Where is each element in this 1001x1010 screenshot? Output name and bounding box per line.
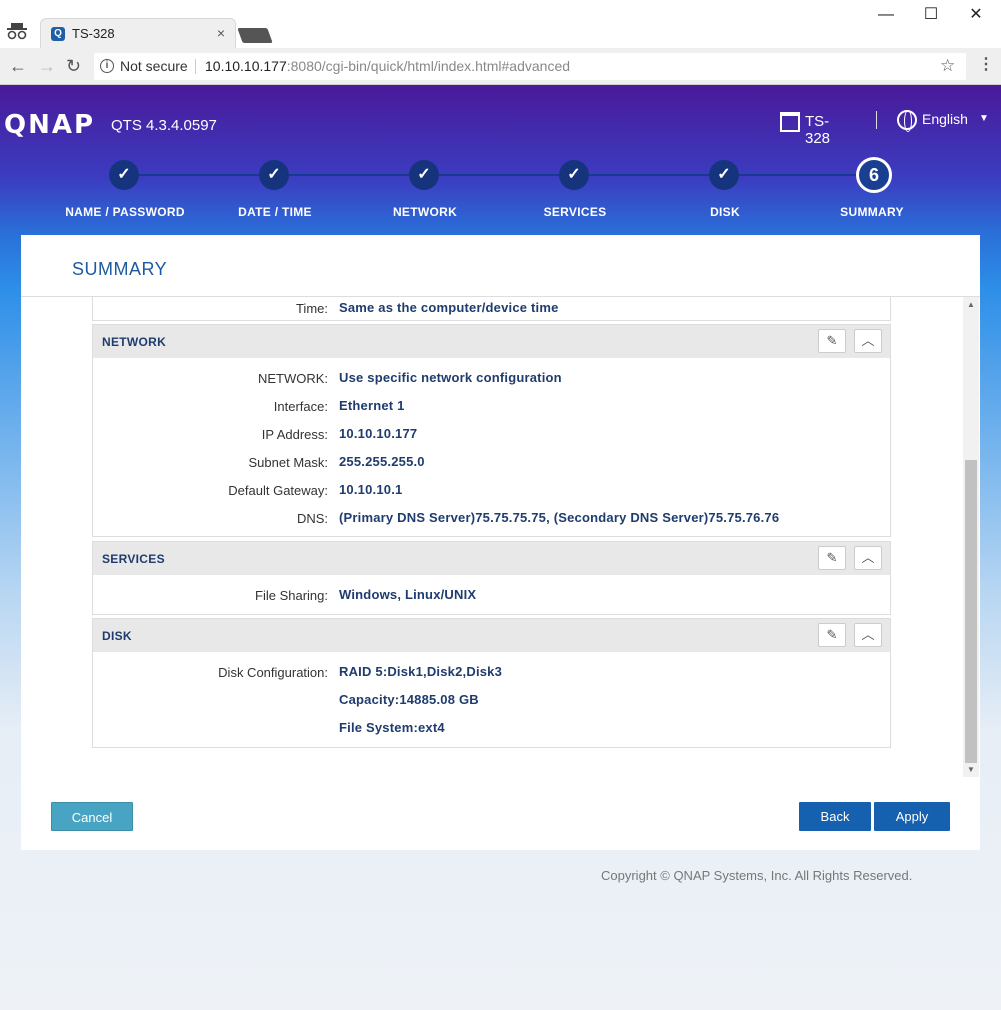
step-label-name-password[interactable]: NAME / PASSWORD <box>45 205 205 219</box>
services-section-title: SERVICES <box>102 552 165 566</box>
bookmark-star-icon[interactable]: ☆ <box>940 56 955 76</box>
apply-button[interactable]: Apply <box>874 802 950 831</box>
network-section: NETWORK ✎ ︿ NETWORK: Use specific networ… <box>92 324 891 537</box>
time-label: Time: <box>295 301 328 316</box>
header-divider <box>876 111 877 129</box>
language-label: English <box>922 111 968 127</box>
info-icon[interactable]: i <box>100 59 114 73</box>
step-2-check-icon[interactable]: ✓ <box>259 160 289 190</box>
url-divider <box>195 59 196 74</box>
network-mode-label: NETWORK: <box>257 371 328 386</box>
scrollbar-thumb[interactable] <box>965 460 977 763</box>
time-value: Same as the computer/device time <box>339 300 559 315</box>
step-label-disk[interactable]: DISK <box>645 205 805 219</box>
url-text[interactable]: 10.10.10.177:8080/cgi-bin/quick/html/ind… <box>205 58 570 74</box>
incognito-icon <box>7 23 27 40</box>
cancel-button[interactable]: Cancel <box>51 802 133 831</box>
edit-services-pencil-icon[interactable]: ✎ <box>818 546 846 570</box>
globe-icon <box>897 110 917 132</box>
firmware-version: QTS 4.3.4.0597 <box>111 117 217 134</box>
new-tab-button[interactable] <box>237 28 273 43</box>
file-sharing-value: Windows, Linux/UNIX <box>339 587 477 602</box>
back-arrow-icon[interactable]: ← <box>9 56 27 77</box>
default-gateway-value: 10.10.10.1 <box>339 482 403 497</box>
ip-address-label: IP Address: <box>261 427 328 442</box>
caret-down-icon: ▼ <box>979 113 989 124</box>
browser-toolbar: ← → ↻ i Not secure 10.10.10.177:8080/cgi… <box>0 48 1001 85</box>
disk-section: DISK ✎ ︿ Disk Configuration: RAID 5:Disk… <box>92 618 891 748</box>
maximize-button[interactable]: ☐ <box>911 4 951 26</box>
step-4-check-icon[interactable]: ✓ <box>559 160 589 190</box>
stepper-line <box>124 174 874 176</box>
file-system-value: File System:ext4 <box>339 720 445 735</box>
ip-address-value: 10.10.10.177 <box>339 426 418 441</box>
step-label-services[interactable]: SERVICES <box>495 205 655 219</box>
step-6-number: 6 <box>856 157 892 193</box>
date-time-section: Time: Same as the computer/device time <box>92 297 891 321</box>
browser-tab[interactable]: Q TS-328 × <box>40 18 236 48</box>
reload-icon[interactable]: ↻ <box>66 56 81 77</box>
scroll-up-arrow-icon[interactable]: ▲ <box>967 300 975 309</box>
subnet-mask-value: 255.255.255.0 <box>339 454 425 469</box>
step-1-check-icon[interactable]: ✓ <box>109 160 139 190</box>
dns-value: (Primary DNS Server)75.75.75.75, (Second… <box>339 510 780 525</box>
capacity-value: Capacity:14885.08 GB <box>339 692 479 707</box>
step-label-network[interactable]: NETWORK <box>345 205 505 219</box>
address-bar[interactable]: i Not secure 10.10.10.177:8080/cgi-bin/q… <box>94 53 966 80</box>
not-secure-label[interactable]: Not secure <box>120 58 188 74</box>
qnap-favicon-icon: Q <box>51 27 65 41</box>
vertical-scrollbar[interactable]: ▲ ▼ <box>963 297 979 777</box>
subnet-mask-label: Subnet Mask: <box>248 455 329 470</box>
tab-title: TS-328 <box>72 26 115 41</box>
edit-network-pencil-icon[interactable]: ✎ <box>818 329 846 353</box>
disk-configuration-value: RAID 5:Disk1,Disk2,Disk3 <box>339 664 503 679</box>
back-button[interactable]: Back <box>799 802 871 831</box>
page-title: SUMMARY <box>72 259 168 279</box>
disk-section-header: DISK ✎ ︿ <box>93 619 890 652</box>
browser-titlebar: Q TS-328 × — ☐ ✕ <box>0 0 1001 48</box>
interface-label: Interface: <box>273 399 328 414</box>
model-name: TS-328 <box>805 113 831 147</box>
step-3-check-icon[interactable]: ✓ <box>409 160 439 190</box>
disk-configuration-label: Disk Configuration: <box>218 665 328 680</box>
tab-close-icon[interactable]: × <box>217 25 225 41</box>
summary-scroll-area[interactable]: Time: Same as the computer/device time N… <box>21 297 980 777</box>
scroll-down-arrow-icon[interactable]: ▼ <box>967 765 975 774</box>
network-mode-value: Use specific network configuration <box>339 370 562 385</box>
summary-card: SUMMARY Time: Same as the computer/devic… <box>21 235 980 850</box>
network-section-header: NETWORK ✎ ︿ <box>93 325 890 358</box>
file-sharing-label: File Sharing: <box>255 588 328 603</box>
forward-arrow-icon[interactable]: → <box>38 56 56 77</box>
edit-disk-pencil-icon[interactable]: ✎ <box>818 623 846 647</box>
minimize-button[interactable]: — <box>866 4 906 26</box>
interface-value: Ethernet 1 <box>339 398 405 413</box>
step-label-summary: SUMMARY <box>840 205 904 219</box>
copyright-text: Copyright © QNAP Systems, Inc. All Right… <box>601 868 913 883</box>
dns-label: DNS: <box>296 511 328 526</box>
step-label-date-time[interactable]: DATE / TIME <box>195 205 355 219</box>
step-5-check-icon[interactable]: ✓ <box>709 160 739 190</box>
collapse-network-chevron-up-icon[interactable]: ︿ <box>854 329 882 353</box>
collapse-services-chevron-up-icon[interactable]: ︿ <box>854 546 882 570</box>
collapse-disk-chevron-up-icon[interactable]: ︿ <box>854 623 882 647</box>
close-window-button[interactable]: ✕ <box>956 4 996 26</box>
services-section-header: SERVICES ✎ ︿ <box>93 542 890 575</box>
nas-device-icon <box>780 112 800 132</box>
qnap-logo: QNAP <box>4 110 96 140</box>
network-section-title: NETWORK <box>102 335 167 349</box>
services-section: SERVICES ✎ ︿ File Sharing: Windows, Linu… <box>92 541 891 615</box>
default-gateway-label: Default Gateway: <box>228 483 328 498</box>
url-path: :8080/cgi-bin/quick/html/index.html#adva… <box>286 58 571 74</box>
url-host: 10.10.10.177 <box>205 58 287 74</box>
disk-section-title: DISK <box>102 629 132 643</box>
browser-menu-icon[interactable]: ⋮ <box>978 54 994 74</box>
